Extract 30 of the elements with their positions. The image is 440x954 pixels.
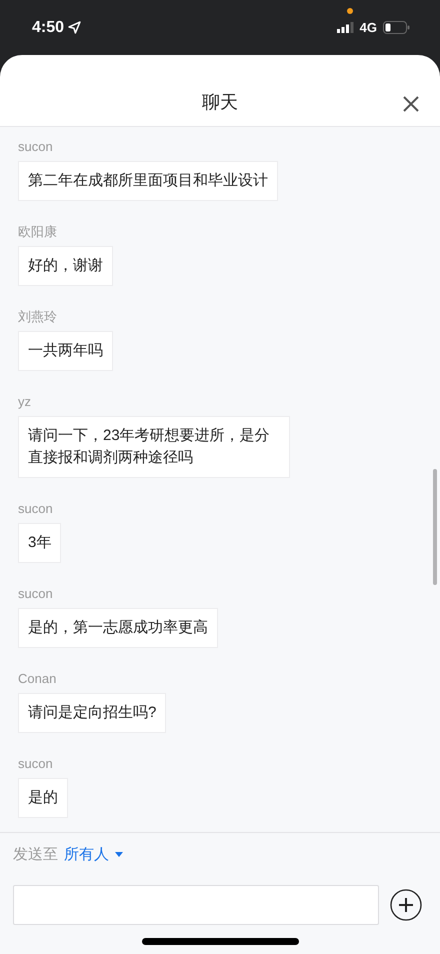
sender-name: 欧阳康 <box>18 224 57 240</box>
message-bubble: 是的，第一志愿成功率更高 <box>18 608 218 648</box>
location-arrow-icon <box>68 21 82 34</box>
sender-name: sucon <box>18 756 53 772</box>
sender-name: sucon <box>18 586 53 602</box>
message-input[interactable] <box>13 885 379 925</box>
close-icon <box>403 96 419 112</box>
sender-name: yz <box>18 394 31 410</box>
network-type: 4G <box>360 20 377 35</box>
message-bubble: 好的，谢谢 <box>18 246 113 286</box>
message-bubble: 第二年在成都所里面项目和毕业设计 <box>18 161 278 201</box>
send-to-label: 发送至 <box>13 844 58 864</box>
caret-icon <box>115 852 123 856</box>
message-bubble: 是的 <box>18 778 68 818</box>
message-bubble: 请问是定向招生吗? <box>18 693 166 733</box>
add-button[interactable] <box>390 889 422 921</box>
sheet-title: 聊天 <box>202 90 238 114</box>
sender-name: 刘燕玲 <box>18 309 57 325</box>
message-bubble: 3年 <box>18 523 62 563</box>
sender-name: Conan <box>18 671 56 687</box>
message-bubble: 请问一下，23年考研想要进所，是分直接报和调剂两种途径吗 <box>18 416 290 478</box>
privacy-indicator-icon <box>347 8 353 14</box>
sender-name: sucon <box>18 139 53 155</box>
battery-icon <box>383 21 410 34</box>
recipient-dropdown[interactable]: 所有人 <box>64 844 123 864</box>
status-time: 4:50 <box>32 18 64 36</box>
message-bubble: 一共两年吗 <box>18 331 113 371</box>
plus-icon <box>390 889 422 921</box>
sender-name: sucon <box>18 501 53 517</box>
signal-icon <box>336 22 354 33</box>
